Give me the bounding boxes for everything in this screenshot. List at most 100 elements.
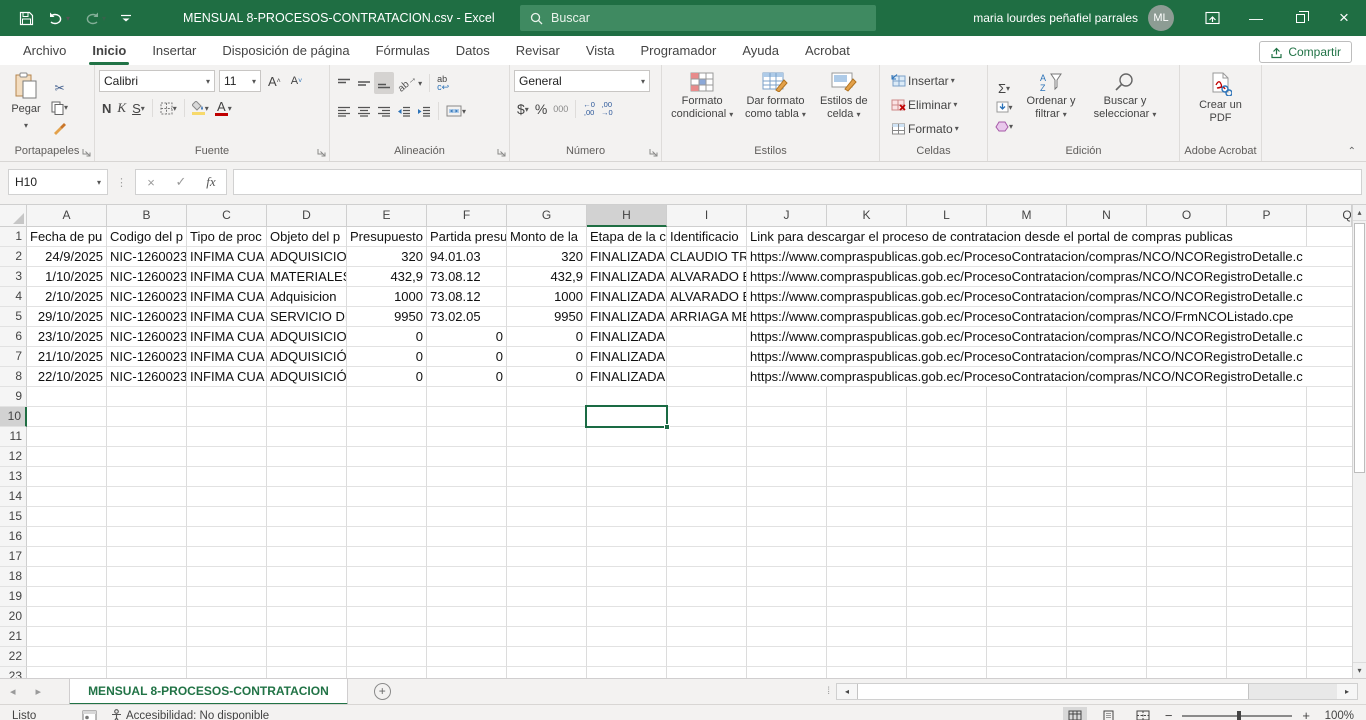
cell-G9[interactable] — [507, 387, 587, 407]
insert-function-button[interactable]: fx — [196, 174, 226, 190]
cell-G8[interactable]: 0 — [507, 367, 587, 387]
cell-M10[interactable] — [987, 407, 1067, 427]
cell-F14[interactable] — [427, 487, 507, 507]
cell-G4[interactable]: 1000 — [507, 287, 587, 307]
font-color-dropdown[interactable]: ▾ — [228, 104, 232, 113]
cell-E1[interactable]: Presupuesto — [347, 227, 427, 247]
cell-F5[interactable]: 73.02.05 — [427, 307, 507, 327]
cell-E19[interactable] — [347, 587, 427, 607]
row-header-2[interactable]: 2 — [0, 247, 27, 267]
cell-M12[interactable] — [987, 447, 1067, 467]
vertical-scroll-thumb[interactable] — [1354, 223, 1365, 473]
page-break-view-button[interactable] — [1131, 707, 1155, 720]
cell-Q18[interactable] — [1307, 567, 1352, 587]
decrease-indent-button[interactable] — [394, 100, 414, 122]
cell-F21[interactable] — [427, 627, 507, 647]
select-all-corner[interactable] — [0, 205, 27, 227]
cell-O11[interactable] — [1147, 427, 1227, 447]
cell-E10[interactable] — [347, 407, 427, 427]
user-name[interactable]: maria lourdes peñafiel parrales — [973, 11, 1138, 25]
cell-J23[interactable] — [747, 667, 827, 678]
cell-N11[interactable] — [1067, 427, 1147, 447]
cell-E4[interactable]: 1000 — [347, 287, 427, 307]
cell-M15[interactable] — [987, 507, 1067, 527]
cell-D3[interactable]: MATERIALES — [267, 267, 347, 287]
cell-L15[interactable] — [907, 507, 987, 527]
cell-A3[interactable]: 1/10/2025 — [27, 267, 107, 287]
cell-Q9[interactable] — [1307, 387, 1352, 407]
cell-F8[interactable]: 0 — [427, 367, 507, 387]
align-bottom-button[interactable] — [374, 72, 394, 94]
cell-J8[interactable]: https://www.compraspublicas.gob.ec/Proce… — [747, 367, 1352, 387]
cell-I23[interactable] — [667, 667, 747, 678]
cell-N14[interactable] — [1067, 487, 1147, 507]
row-header-15[interactable]: 15 — [0, 507, 27, 527]
minimize-button[interactable]: — — [1234, 0, 1278, 36]
decrease-decimal-button[interactable]: ,00→0 — [598, 98, 616, 120]
cell-C15[interactable] — [187, 507, 267, 527]
cell-Q13[interactable] — [1307, 467, 1352, 487]
cell-P11[interactable] — [1227, 427, 1307, 447]
cell-O12[interactable] — [1147, 447, 1227, 467]
cell-G10[interactable] — [507, 407, 587, 427]
cell-N19[interactable] — [1067, 587, 1147, 607]
cell-E9[interactable] — [347, 387, 427, 407]
cell-O10[interactable] — [1147, 407, 1227, 427]
cell-K15[interactable] — [827, 507, 907, 527]
cell-D23[interactable] — [267, 667, 347, 678]
row-header-6[interactable]: 6 — [0, 327, 27, 347]
cell-A2[interactable]: 24/9/2025 — [27, 247, 107, 267]
alineacion-dialog-launcher[interactable] — [497, 148, 506, 157]
row-header-23[interactable]: 23 — [0, 667, 27, 678]
cell-I8[interactable] — [667, 367, 747, 387]
cell-J1[interactable]: Link para descargar el proceso de contra… — [747, 227, 1307, 247]
ribbon-tab-insertar[interactable]: Insertar — [139, 36, 209, 65]
cell-H22[interactable] — [587, 647, 667, 667]
accounting-format-button[interactable]: $▾ — [514, 98, 532, 120]
cell-P12[interactable] — [1227, 447, 1307, 467]
paste-button[interactable]: Pegar ▾ — [4, 70, 48, 143]
cell-D21[interactable] — [267, 627, 347, 647]
cell-E11[interactable] — [347, 427, 427, 447]
column-header-M[interactable]: M — [987, 205, 1067, 227]
cell-L13[interactable] — [907, 467, 987, 487]
cell-N12[interactable] — [1067, 447, 1147, 467]
cell-O19[interactable] — [1147, 587, 1227, 607]
cell-E21[interactable] — [347, 627, 427, 647]
cell-A18[interactable] — [27, 567, 107, 587]
cell-P23[interactable] — [1227, 667, 1307, 678]
cell-F9[interactable] — [427, 387, 507, 407]
cell-B10[interactable] — [107, 407, 187, 427]
cell-L11[interactable] — [907, 427, 987, 447]
cell-I7[interactable] — [667, 347, 747, 367]
cell-K13[interactable] — [827, 467, 907, 487]
cell-L16[interactable] — [907, 527, 987, 547]
cell-Q22[interactable] — [1307, 647, 1352, 667]
cell-E22[interactable] — [347, 647, 427, 667]
cell-G16[interactable] — [507, 527, 587, 547]
cell-D16[interactable] — [267, 527, 347, 547]
row-header-4[interactable]: 4 — [0, 287, 27, 307]
zoom-in-button[interactable]: + — [1302, 708, 1310, 720]
cell-J17[interactable] — [747, 547, 827, 567]
cell-C18[interactable] — [187, 567, 267, 587]
row-header-11[interactable]: 11 — [0, 427, 27, 447]
cell-D22[interactable] — [267, 647, 347, 667]
cell-E8[interactable]: 0 — [347, 367, 427, 387]
cell-A12[interactable] — [27, 447, 107, 467]
italic-button[interactable]: K — [114, 97, 129, 119]
search-box[interactable]: Buscar — [520, 5, 876, 31]
row-header-1[interactable]: 1 — [0, 227, 27, 247]
decrease-font-button[interactable]: A˅ — [288, 70, 305, 92]
cell-Q20[interactable] — [1307, 607, 1352, 627]
horizontal-scroll-thumb[interactable] — [857, 684, 1249, 699]
ribbon-tab-fórmulas[interactable]: Fórmulas — [363, 36, 443, 65]
share-button[interactable]: Compartir — [1259, 41, 1352, 63]
ribbon-display-options-button[interactable] — [1190, 0, 1234, 36]
cell-I21[interactable] — [667, 627, 747, 647]
cell-J10[interactable] — [747, 407, 827, 427]
conditional-formatting-button[interactable]: Formato condicional ▾ — [666, 70, 738, 143]
font-name-select[interactable]: Calibri▾ — [99, 70, 215, 92]
row-header-14[interactable]: 14 — [0, 487, 27, 507]
cell-J7[interactable]: https://www.compraspublicas.gob.ec/Proce… — [747, 347, 1352, 367]
